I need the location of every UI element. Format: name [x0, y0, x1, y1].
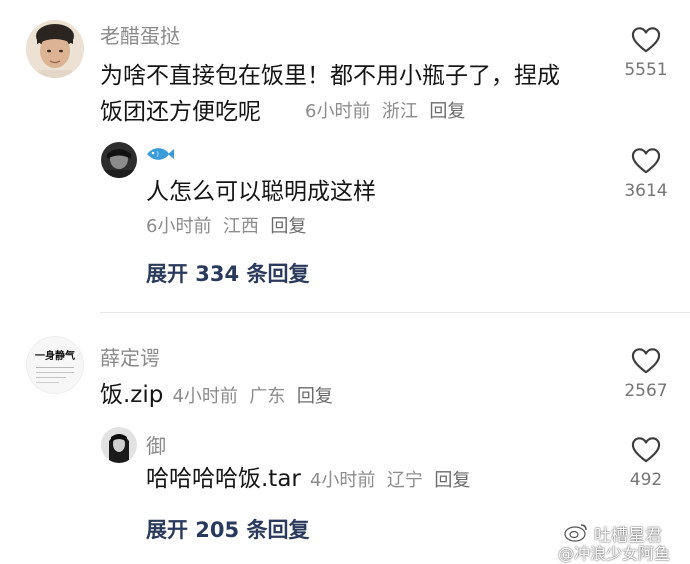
reply-meta: 4小时前 辽宁 回复 [310, 470, 470, 491]
reply-button[interactable]: 回复 [270, 216, 306, 237]
avatar-fine-print [36, 367, 74, 383]
like-count: 5551 [624, 60, 668, 80]
comment-body: 饭.zip 4小时前 广东 回复 [100, 377, 333, 413]
fish-icon [147, 148, 174, 160]
reply-time: 6小时前 [146, 216, 212, 237]
heart-outline-icon [631, 148, 661, 174]
comment-time: 6小时前 [305, 101, 371, 122]
comment-location: 广东 [249, 386, 286, 407]
like-count: 492 [629, 470, 663, 490]
avatar-portrait [101, 427, 137, 463]
heart-outline-icon [631, 437, 661, 463]
reply-button[interactable]: 回复 [297, 386, 333, 407]
comment-username[interactable]: 老醋蛋挞 [100, 20, 180, 49]
avatar[interactable] [101, 142, 137, 178]
reply-location: 辽宁 [386, 470, 423, 491]
reply-time: 4小时前 [309, 470, 376, 491]
heart-outline-icon [631, 348, 661, 374]
avatar[interactable]: 一身静气 [26, 336, 84, 394]
reply-username[interactable]: 御 [146, 430, 166, 459]
like-button[interactable]: 492 [621, 436, 671, 490]
watermark: 吐槽星君 @冲浪少女阿鱼 [528, 520, 688, 563]
comment-text: 饭.zip [100, 382, 164, 408]
expand-replies-button[interactable]: 展开 334 条回复 [146, 258, 309, 288]
comment-time: 4小时前 [172, 386, 238, 407]
reply-body: 哈哈哈哈饭.tar 4小时前 辽宁 回复 [146, 461, 470, 497]
reply-button[interactable]: 回复 [429, 101, 465, 122]
like-count: 2567 [624, 381, 668, 401]
expand-replies-button[interactable]: 展开 205 条回复 [146, 514, 309, 544]
reply-button[interactable]: 回复 [434, 470, 470, 491]
avatar-calligraphy: 一身静气 [35, 351, 75, 362]
avatar-portrait [101, 142, 137, 178]
avatar[interactable] [101, 427, 137, 463]
reply-username[interactable]: 🐟 [146, 146, 174, 166]
comment-meta: 4小时前 广东 回复 [172, 386, 332, 407]
avatar[interactable] [26, 20, 84, 78]
like-count: 3614 [624, 181, 668, 201]
reply-text: 哈哈哈哈饭.tar [146, 466, 301, 492]
heart-outline-icon [631, 27, 661, 53]
reply-text: 人怎么可以聪明成这样 [146, 179, 376, 205]
like-button[interactable]: 2567 [621, 347, 671, 401]
comment-meta: 6小时前 浙江 回复 [305, 97, 465, 123]
reply-meta: 6小时前 江西 回复 [146, 212, 306, 238]
comment-username[interactable]: 薛定谔 [100, 342, 160, 371]
divider [100, 312, 690, 313]
like-button[interactable]: 5551 [621, 26, 671, 80]
avatar-portrait [26, 20, 84, 78]
like-button[interactable]: 3614 [621, 147, 671, 201]
watermark-line2: @冲浪少女阿鱼 [558, 544, 671, 563]
reply-location: 江西 [222, 216, 259, 237]
comment-location: 浙江 [381, 101, 418, 122]
